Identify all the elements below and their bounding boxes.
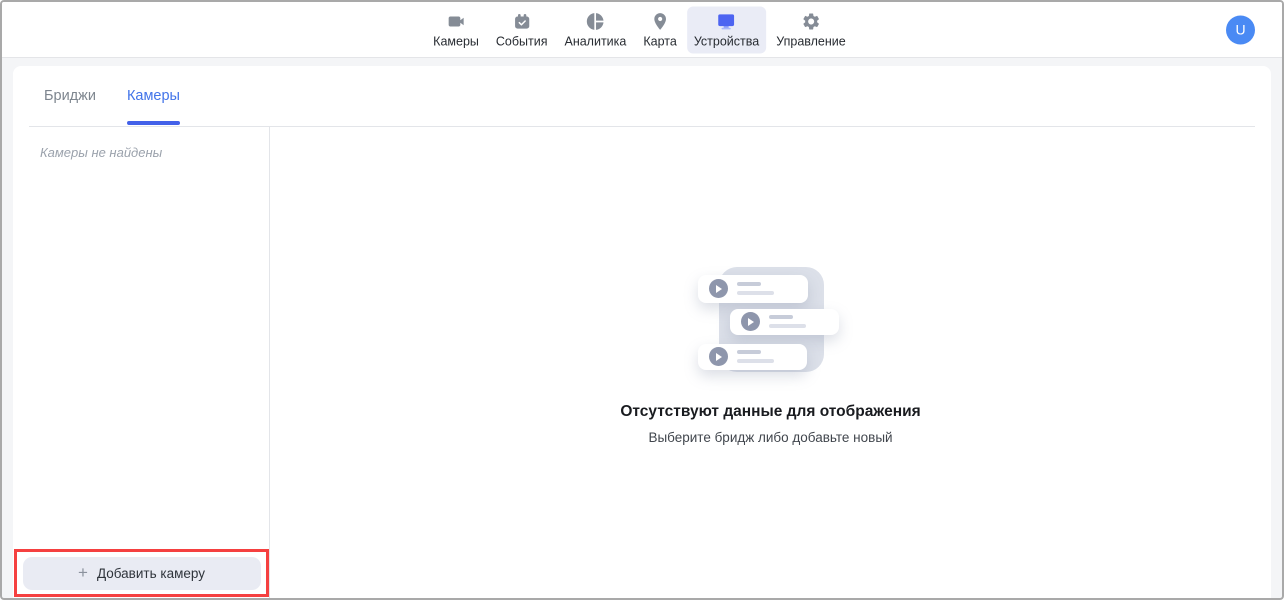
play-icon [709,279,728,298]
tabs-bar: Бриджи Камеры [13,66,1271,126]
event-check-icon [512,11,532,31]
nav-item-map[interactable]: Карта [636,6,683,53]
nav-item-label: Управление [776,34,846,48]
placeholder-video-card [730,309,839,335]
pie-chart-icon [585,11,605,31]
tab-cameras[interactable]: Камеры [127,66,180,126]
videocam-icon [446,11,466,31]
top-navigation-bar: Камеры События Аналитика [2,2,1282,58]
app-window: Камеры События Аналитика [0,0,1284,600]
nav-item-management[interactable]: Управление [769,6,853,53]
main-nav: Камеры События Аналитика [426,6,853,53]
cameras-not-found-message: Камеры не найдены [40,145,242,160]
content-panel: Бриджи Камеры Камеры не найдены + Добави… [13,66,1271,598]
placeholder-video-card [698,275,808,303]
gear-icon [801,11,821,31]
add-camera-button-label: Добавить камеру [97,566,205,581]
skeleton-lines [737,282,774,295]
tab-bridges[interactable]: Бриджи [44,66,96,126]
map-pin-icon [650,11,670,31]
plus-icon: + [78,564,88,581]
tab-label: Бриджи [44,88,96,104]
nav-item-label: Аналитика [564,34,626,48]
tab-label: Камеры [127,88,180,104]
empty-state-title: Отсутствуют данные для отображения [620,403,920,421]
main-content-area: Отсутствуют данные для отображения Выбер… [270,127,1271,598]
body-row: Камеры не найдены + Добавить камеру [13,127,1271,598]
nav-item-label: Камеры [433,34,479,48]
nav-item-label: События [496,34,548,48]
empty-state-illustration [696,267,846,373]
empty-state-subtitle: Выберите бридж либо добавьте новый [648,430,892,445]
nav-item-devices[interactable]: Устройства [687,6,766,53]
nav-item-events[interactable]: События [489,6,555,53]
nav-item-analytics[interactable]: Аналитика [557,6,633,53]
monitor-icon [717,11,737,31]
nav-item-label: Карта [643,34,676,48]
skeleton-lines [769,315,806,328]
play-icon [741,312,760,331]
play-icon [709,347,728,366]
skeleton-lines [737,350,774,363]
nav-item-cameras[interactable]: Камеры [426,6,486,53]
camera-list-sidebar: Камеры не найдены + Добавить камеру [13,127,269,598]
nav-item-label: Устройства [694,34,759,48]
add-camera-button[interactable]: + Добавить камеру [23,557,261,590]
placeholder-video-card [698,344,807,370]
red-highlight-box: + Добавить камеру [14,549,269,597]
user-avatar[interactable]: U [1226,15,1255,44]
avatar-initial: U [1235,22,1245,38]
